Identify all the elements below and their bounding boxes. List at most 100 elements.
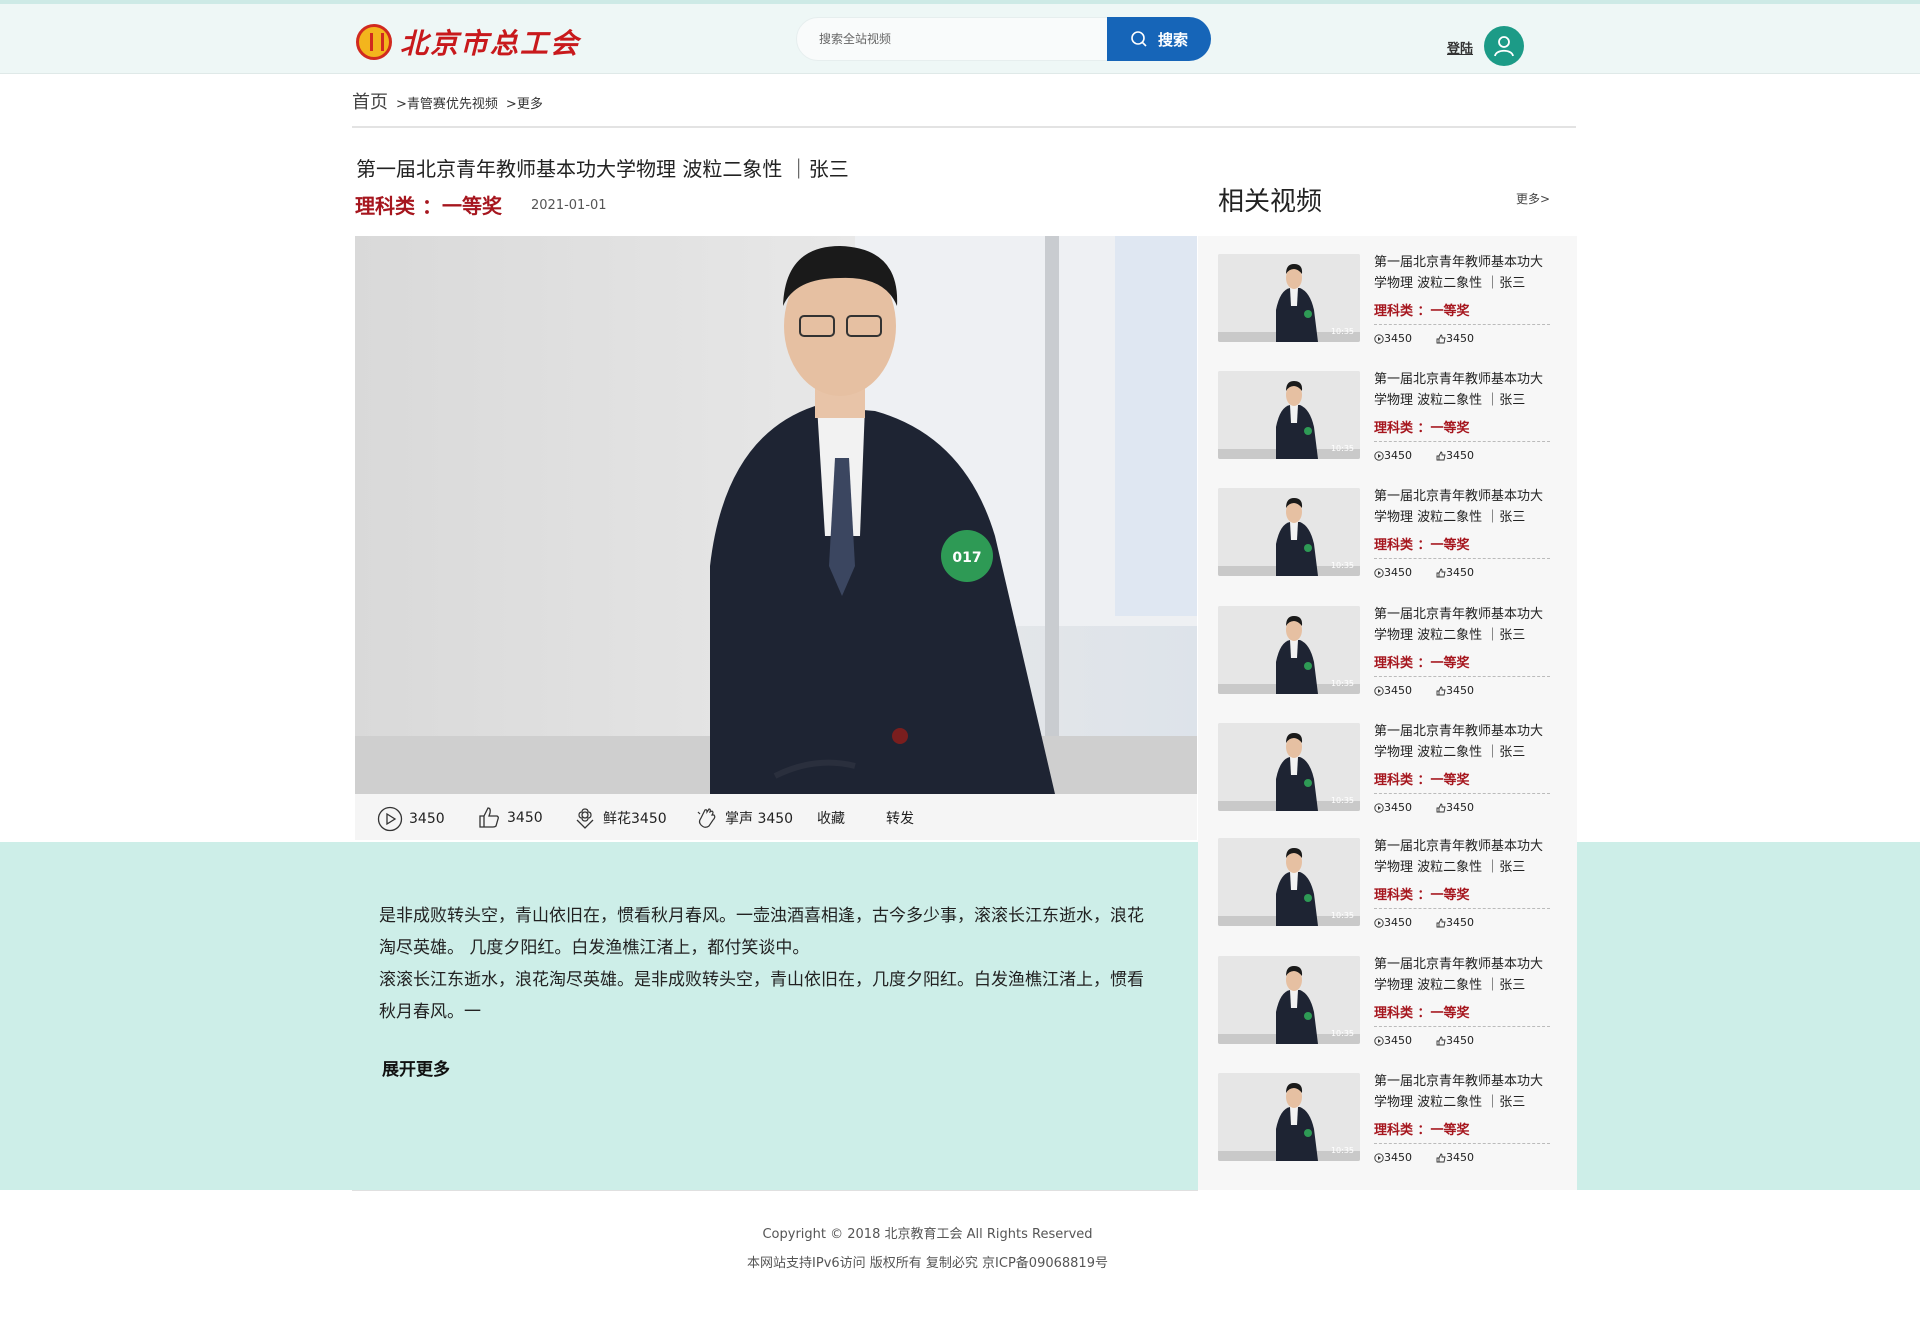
related-video-category: 理科类 ：一等奖 [1374, 304, 1470, 319]
flower-icon [576, 808, 594, 829]
like-button[interactable]: 3450 [477, 806, 543, 830]
related-video-item[interactable]: 10:35 第一届北京青年教师基本功大学物理 波粒二象性 ｜张三 理科类 ：一等奖 3… [1218, 723, 1558, 833]
related-play-count: 3450 [1374, 1151, 1424, 1164]
related-play-value: 3450 [1384, 1151, 1412, 1164]
related-video-item[interactable]: 10:35 第一届北京青年教师基本功大学物理 波粒二象性 ｜张三 理科类 ：一等奖 3… [1218, 956, 1558, 1066]
video-player[interactable]: 017 [355, 236, 1197, 794]
applause-count: 掌声 3450 [725, 811, 794, 827]
video-thumbnail[interactable]: 10:35 [1218, 254, 1360, 342]
sidebar-more-link[interactable]: 更多> [1516, 190, 1550, 207]
thumbs-up-icon [1436, 451, 1446, 460]
related-video-title[interactable]: 第一届北京青年教师基本功大学物理 波粒二象性 ｜张三 [1374, 836, 1554, 878]
video-thumbnail[interactable]: 10:35 [1218, 488, 1360, 576]
related-play-value: 3450 [1384, 916, 1412, 929]
related-play-value: 3450 [1384, 801, 1412, 814]
related-video-item[interactable]: 10:35 第一届北京青年教师基本功大学物理 波粒二象性 ｜张三理科类 ：一等奖 3… [1218, 606, 1558, 716]
thumbs-up-icon [1436, 334, 1446, 343]
search-icon [1131, 31, 1147, 47]
related-video-item[interactable]: 10:35 第一届北京青年教师基本功大学物理 波粒二象性 ｜张三 理科类 ：一等奖 3… [1218, 371, 1558, 481]
play-icon [1374, 685, 1384, 696]
related-video-stats: 3450 3450 [1374, 1034, 1498, 1047]
related-video-item[interactable]: 10:35 第一届北京青年教师基本功大学物理 波粒二象性 ｜张三理科类 ：一等奖 3… [1218, 1073, 1558, 1183]
related-video-title[interactable]: 第一届北京青年教师基本功大学物理 波粒二象性 ｜张三 [1374, 252, 1554, 294]
divider [352, 126, 1576, 128]
dashed-divider [1374, 1143, 1550, 1144]
related-video-title[interactable]: 第一届北京青年教师基本功大学物理 波粒二象性 ｜张三 [1374, 1071, 1554, 1113]
breadcrumb-separator: > [505, 97, 517, 112]
search-input[interactable] [797, 18, 1107, 60]
icp-text: 本网站支持IPv6访问 版权所有 复制必究 京ICP备09068819号 [747, 1256, 1108, 1271]
related-like-count: 3450 [1436, 916, 1486, 929]
video-duration: 10:35 [1330, 911, 1354, 920]
related-video-category: 理科类 ：一等奖 [1374, 656, 1470, 671]
related-play-count: 3450 [1374, 332, 1424, 345]
expand-more-button[interactable]: 展开更多 [382, 1055, 450, 1080]
dashed-divider [1374, 324, 1550, 325]
video-duration: 10:35 [1330, 444, 1354, 453]
related-like-value: 3450 [1446, 566, 1474, 579]
publish-date: 2021-01-01 [531, 198, 607, 213]
contestant-badge: 017 [952, 550, 981, 566]
video-thumbnail[interactable]: 10:35 [1218, 1073, 1360, 1161]
related-like-value: 3450 [1446, 801, 1474, 814]
thumbs-up-icon [1436, 1153, 1446, 1162]
breadcrumb-item[interactable]: 更多 [517, 93, 543, 112]
favorite-button[interactable]: 收藏 [817, 808, 845, 828]
login-link[interactable]: 登陆 [1447, 38, 1473, 57]
dashed-divider [1374, 676, 1550, 677]
related-like-count: 3450 [1436, 684, 1486, 697]
play-icon [377, 806, 403, 832]
related-video-category: 理科类 ：一等奖 [1374, 1123, 1470, 1138]
breadcrumb-home[interactable]: 首页 [352, 88, 388, 114]
site-logo[interactable]: 北京市总工会 [356, 22, 580, 62]
dashed-divider [1374, 793, 1550, 794]
play-icon [1374, 802, 1384, 813]
search-box [796, 17, 1108, 61]
video-title: 第一届北京青年教师基本功大学物理 波粒二象性 ｜张三 [356, 157, 849, 181]
video-duration: 10:35 [1330, 561, 1354, 570]
thumbs-up-icon [479, 807, 499, 828]
related-video-stats: 3450 3450 [1374, 449, 1498, 462]
copyright-text: Copyright © 2018 北京教育工会 All Rights Reser… [762, 1227, 1093, 1242]
related-video-stats: 3450 3450 [1374, 684, 1498, 697]
related-video-item[interactable]: 10:35 第一届北京青年教师基本功大学物理 波粒二象性 ｜张三理科类 ：一等奖 3… [1218, 254, 1558, 364]
user-avatar[interactable] [1484, 26, 1524, 66]
related-video-title[interactable]: 第一届北京青年教师基本功大学物理 波粒二象性 ｜张三 [1374, 954, 1554, 996]
related-video-item[interactable]: 10:35 第一届北京青年教师基本功大学物理 波粒二象性 ｜张三 理科类 ：一等奖 3… [1218, 488, 1558, 598]
related-video-stats: 3450 3450 [1374, 916, 1498, 929]
related-video-title[interactable]: 第一届北京青年教师基本功大学物理 波粒二象性 ｜张三 [1374, 369, 1554, 411]
like-count: 3450 [507, 810, 543, 826]
breadcrumb-item[interactable]: 青管赛优先视频 [407, 93, 498, 112]
breadcrumb-separator: > [396, 97, 407, 112]
related-play-count: 3450 [1374, 1034, 1424, 1047]
video-thumbnail[interactable]: 10:35 [1218, 371, 1360, 459]
applause-button[interactable]: 掌声 3450 [695, 806, 793, 830]
video-thumbnail[interactable]: 10:35 [1218, 838, 1360, 926]
description-text: 是非成败转头空，青山依旧在，惯看秋月春风。一壶浊酒喜相逢，古今多少事，滚滚长江东… [379, 906, 1144, 1022]
play-icon [1374, 917, 1384, 928]
video-duration: 10:35 [1330, 1146, 1354, 1155]
related-video-title[interactable]: 第一届北京青年教师基本功大学物理 波粒二象性 ｜张三 [1374, 604, 1554, 646]
union-emblem-icon [356, 24, 392, 60]
search-button[interactable]: 搜索 [1107, 17, 1211, 61]
related-video-title[interactable]: 第一届北京青年教师基本功大学物理 波粒二象性 ｜张三 [1374, 721, 1554, 763]
video-frame: 017 [355, 236, 1197, 794]
video-thumbnail[interactable]: 10:35 [1218, 606, 1360, 694]
related-play-value: 3450 [1384, 1034, 1412, 1047]
related-video-title[interactable]: 第一届北京青年教师基本功大学物理 波粒二象性 ｜张三 [1374, 486, 1554, 528]
video-thumbnail[interactable]: 10:35 [1218, 956, 1360, 1044]
sidebar-header: 相关视频 更多> [1198, 164, 1577, 236]
flower-count: 鲜花3450 [603, 811, 667, 827]
logo-text: 北京市总工会 [400, 27, 581, 60]
share-button[interactable]: 转发 [886, 808, 914, 828]
flower-button[interactable]: 鲜花3450 [573, 806, 667, 830]
related-like-value: 3450 [1446, 1034, 1474, 1047]
video-thumbnail[interactable]: 10:35 [1218, 723, 1360, 811]
related-video-item[interactable]: 10:35 第一届北京青年教师基本功大学物理 波粒二象性 ｜张三 理科类 ：一等奖 3… [1218, 838, 1558, 948]
play-count-value: 3450 [409, 811, 445, 827]
play-icon [1374, 1035, 1384, 1046]
site-header: 北京市总工会 搜索 登陆 [0, 0, 1920, 74]
dashed-divider [1374, 1026, 1550, 1027]
sidebar-title: 相关视频 [1218, 187, 1323, 217]
dashed-divider [1374, 558, 1550, 559]
